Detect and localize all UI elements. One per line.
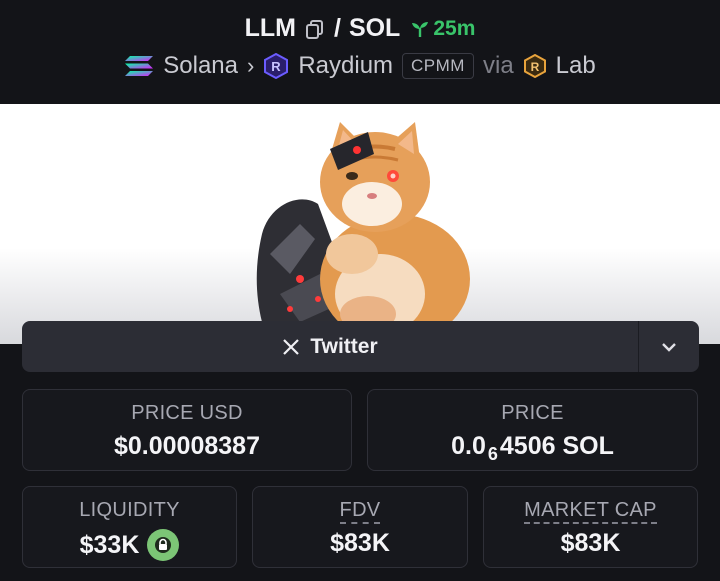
price-prefix: 0.0: [451, 432, 486, 460]
chain-link[interactable]: Solana: [163, 52, 238, 80]
liquidity-value-row: $33K: [23, 529, 236, 561]
price-zero-count: 6: [487, 444, 498, 464]
pair-separator: /: [333, 14, 341, 42]
price-usd-label: PRICE USD: [131, 402, 243, 424]
fdv-label[interactable]: FDV: [339, 499, 381, 524]
launchpad-link[interactable]: Lab: [556, 52, 596, 80]
price-usd-card: PRICE USD $0.00008387: [22, 389, 352, 471]
breadcrumb: Solana › R Raydium CPMM via R Lab: [0, 52, 720, 80]
liquidity-lock-icon[interactable]: [147, 529, 180, 561]
fdv-value: $83K: [330, 529, 390, 557]
mcap-label[interactable]: MARKET CAP: [524, 499, 657, 524]
base-token: LLM: [244, 14, 296, 42]
fdv-label-wrap: FDV: [253, 499, 467, 524]
social-links-bar: Twitter: [22, 321, 699, 372]
pool-type-badge: CPMM: [402, 53, 474, 79]
token-banner: [0, 104, 720, 344]
price-label: PRICE: [501, 402, 564, 424]
pair-age-text: 25m: [433, 16, 476, 40]
price-rest: 4506 SOL: [499, 432, 614, 460]
mcap-value: $83K: [560, 529, 621, 557]
price-native-value: 0.0 6 4506 SOL: [368, 432, 697, 464]
chevron-right-icon: ›: [247, 53, 255, 78]
fdv-card: FDV $83K: [252, 486, 468, 568]
token-banner-image: [256, 122, 470, 344]
svg-text:R: R: [272, 59, 282, 74]
chevron-down-icon: [662, 342, 676, 352]
dex-link[interactable]: Raydium: [298, 52, 393, 80]
svg-text:R: R: [530, 60, 539, 74]
market-cap-card: MARKET CAP $83K: [483, 486, 698, 568]
lab-icon: R: [523, 54, 546, 78]
quote-token: SOL: [348, 14, 401, 42]
more-links-button[interactable]: [639, 321, 699, 372]
liquidity-card: LIQUIDITY $33K: [22, 486, 237, 568]
raydium-icon: R: [264, 53, 289, 79]
price-native-card: PRICE 0.0 6 4506 SOL: [367, 389, 698, 471]
pair-title: LLM / SOL 25m: [0, 14, 720, 43]
price-usd-value: $0.00008387: [114, 432, 260, 460]
copy-icon[interactable]: [304, 18, 326, 40]
pair-age: 25m: [410, 17, 475, 41]
liquidity-label: LIQUIDITY: [79, 499, 180, 521]
via-text: via: [482, 52, 514, 79]
twitter-label: Twitter: [310, 334, 378, 358]
sprout-icon: [412, 21, 429, 37]
pair-header: LLM / SOL 25m Solana › R Raydium CPMM vi…: [0, 0, 720, 104]
twitter-button[interactable]: Twitter: [22, 321, 639, 372]
mcap-label-wrap: MARKET CAP: [484, 499, 697, 524]
solana-icon: [125, 56, 154, 76]
x-icon: [283, 338, 300, 355]
liquidity-value: $33K: [79, 530, 140, 559]
